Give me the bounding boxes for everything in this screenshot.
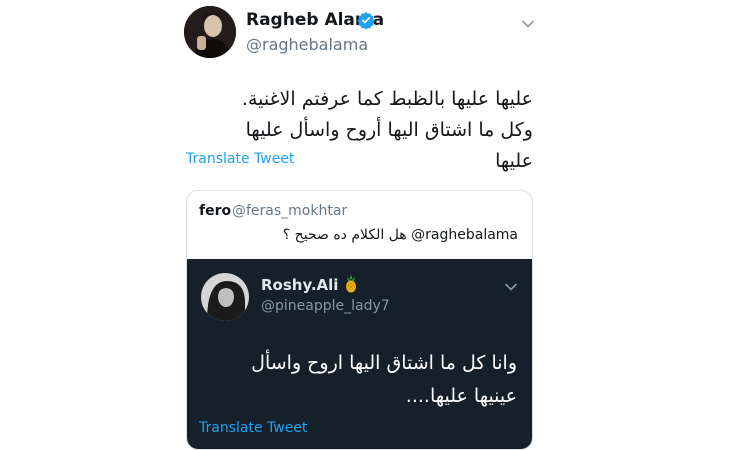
tweet-view: Ragheb Alama @raghebalama عليها عليها با… [0, 0, 736, 450]
translate-tweet-link[interactable]: Translate Tweet [186, 151, 294, 167]
chevron-down-icon [505, 283, 517, 291]
author-avatar[interactable] [184, 6, 236, 58]
quoted-author-handle[interactable]: @feras_mokhtar [232, 203, 347, 219]
quoted-tweet-body: هل الكلام ده صحيح ؟ [282, 227, 407, 243]
embedded-tweet-screenshot: Roshy.Ali @pineapple_lady7 وانا كل ما اش… [187, 259, 532, 449]
mention-link[interactable]: @raghebalama [411, 227, 518, 243]
quoted-tweet-text: @raghebalama هل الكلام ده صحيح ؟ [283, 227, 518, 243]
avatar-portrait-icon [184, 6, 236, 58]
author-handle[interactable]: @raghebalama [246, 35, 368, 54]
embedded-author-handle: @pineapple_lady7 [261, 298, 390, 314]
embedded-avatar-portrait-icon [201, 273, 249, 321]
quoted-author-name[interactable]: fero [199, 203, 231, 219]
embedded-author-name: Roshy.Ali [261, 276, 339, 294]
embedded-tweet-text: وانا كل ما اشتاق اليها اروح واسأل عينيها… [251, 352, 517, 407]
embedded-author-name-row: Roshy.Ali [261, 275, 358, 294]
quoted-tweet-card[interactable]: fero @feras_mokhtar @raghebalama هل الكل… [186, 190, 533, 450]
chevron-down-icon[interactable] [520, 16, 536, 32]
pineapple-icon [345, 275, 356, 293]
embedded-author-avatar [201, 273, 249, 321]
verified-badge-icon [357, 12, 375, 29]
embedded-translate-tweet-link: Translate Tweet [199, 420, 308, 436]
